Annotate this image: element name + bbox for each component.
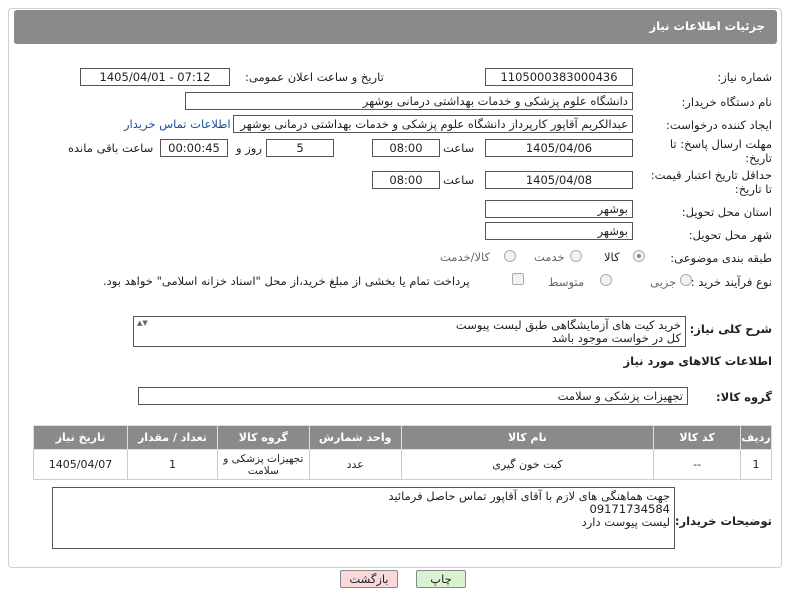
category-radio-goods[interactable] (633, 250, 645, 262)
remaining-label: ساعت باقی مانده (68, 141, 154, 155)
process-option-minor: جزیی (650, 275, 677, 289)
summary-textarea[interactable]: خرید کیت های آزمایشگاهی طبق لیست پیوست ک… (133, 316, 686, 347)
creator-label: ایجاد کننده درخواست: (666, 118, 772, 132)
deadline-time-label: ساعت (443, 141, 475, 155)
cell-quantity: 1 (127, 449, 218, 480)
group-field: تجهیزات پزشکی و سلامت (138, 387, 688, 405)
back-button[interactable]: بازگشت (340, 570, 398, 588)
summary-label: شرح کلی نیاز: (689, 322, 772, 336)
table-header-row: ردیف کد کالا نام کالا واحد شمارش گروه کا… (33, 425, 772, 450)
days-field: 5 (266, 139, 334, 157)
treasury-payment-note: پرداخت تمام یا بخشی از مبلغ خرید،از محل … (103, 274, 470, 288)
group-label: گروه کالا: (716, 390, 772, 404)
cell-group: تجهیزات پزشکی و سلامت (216, 449, 310, 480)
min-price-date-field: 1405/04/08 (485, 171, 633, 189)
notes-line-2: 09171734584 (589, 502, 670, 516)
table-row: 1 -- کیت خون گیری عدد تجهیزات پزشکی و سل… (33, 449, 772, 480)
items-table: ردیف کد کالا نام کالا واحد شمارش گروه کا… (33, 425, 772, 480)
th-row: ردیف (740, 425, 772, 450)
process-label: نوع فرآیند خرید : (690, 275, 772, 289)
th-code: کد کالا (653, 425, 742, 450)
notes-line-1: جهت هماهنگی های لازم با آقای آقاپور تماس… (388, 489, 670, 503)
th-unit: واحد شمارش (308, 425, 402, 450)
process-radio-minor[interactable] (680, 274, 692, 286)
process-option-medium: متوسط (548, 275, 585, 289)
buyer-contact-link[interactable]: اطلاعات تماس خریدار (124, 117, 231, 131)
category-option-goods: کالا (604, 250, 620, 264)
days-label: روز و (236, 141, 262, 155)
category-radio-goods-service[interactable] (504, 250, 516, 262)
deadline-date-field: 1405/04/06 (485, 139, 633, 157)
items-section-title: اطلاعات کالاهای مورد نیاز (623, 354, 772, 368)
min-price-label-date: تا تاریخ: (734, 182, 772, 196)
need-number-label: شماره نیاز: (717, 70, 772, 84)
deadline-label: مهلت ارسال پاسخ: تا (669, 137, 772, 151)
print-button[interactable]: چاپ (416, 570, 466, 588)
th-group: گروه کالا (216, 425, 310, 450)
need-number-field: 1105000383000436 (485, 68, 633, 86)
th-date: تاریخ نیاز (33, 425, 128, 450)
notes-line-3: لیست پیوست دارد (581, 515, 670, 529)
page-title: جزئیات اطلاعات نیاز (649, 19, 765, 33)
cell-code: -- (653, 449, 742, 480)
category-label: طبقه بندی موضوعی: (670, 251, 772, 265)
announce-field: 1405/04/01 - 07:12 (80, 68, 230, 86)
category-option-service: خدمت (534, 250, 565, 264)
deadline-time-field: 08:00 (372, 139, 440, 157)
province-label: استان محل تحویل: (681, 205, 772, 219)
th-quantity: تعداد / مقدار (127, 425, 218, 450)
category-radio-service[interactable] (570, 250, 582, 262)
remaining-time-field: 00:00:45 (160, 139, 228, 157)
min-price-label: حداقل تاریخ اعتبار قیمت: (650, 168, 772, 182)
city-field: بوشهر (485, 222, 633, 240)
summary-line-2: کل در خواست موجود باشد (551, 331, 681, 345)
cell-name: کیت خون گیری (400, 449, 655, 480)
city-label: شهر محل تحویل: (688, 228, 772, 242)
process-radio-medium[interactable] (600, 274, 612, 286)
cell-unit: عدد (308, 449, 402, 480)
creator-field: عبدالکریم آقاپور کارپرداز دانشگاه علوم پ… (233, 115, 633, 133)
panel-header: جزئیات اطلاعات نیاز (14, 10, 777, 44)
cell-date: 1405/04/07 (33, 449, 128, 480)
announce-label: تاریخ و ساعت اعلان عمومی: (245, 70, 384, 84)
buyer-org-field: دانشگاه علوم پزشکی و خدمات بهداشتی درمان… (185, 92, 633, 110)
th-name: نام کالا (400, 425, 655, 450)
scroll-arrows-icon[interactable]: ▲▼ (137, 318, 148, 328)
buyer-org-label: نام دستگاه خریدار: (681, 95, 772, 109)
province-field: بوشهر (485, 200, 633, 218)
buyer-notes-label: توضیحات خریدار: (674, 514, 772, 528)
deadline-label-date: تاریخ: (745, 151, 772, 165)
treasury-payment-checkbox[interactable] (512, 273, 524, 285)
category-option-goods-service: کالا/خدمت (440, 250, 491, 264)
min-price-time-field: 08:00 (372, 171, 440, 189)
cell-row: 1 (740, 449, 772, 480)
min-price-time-label: ساعت (443, 173, 475, 187)
buyer-notes-textarea[interactable]: جهت هماهنگی های لازم با آقای آقاپور تماس… (52, 487, 675, 549)
